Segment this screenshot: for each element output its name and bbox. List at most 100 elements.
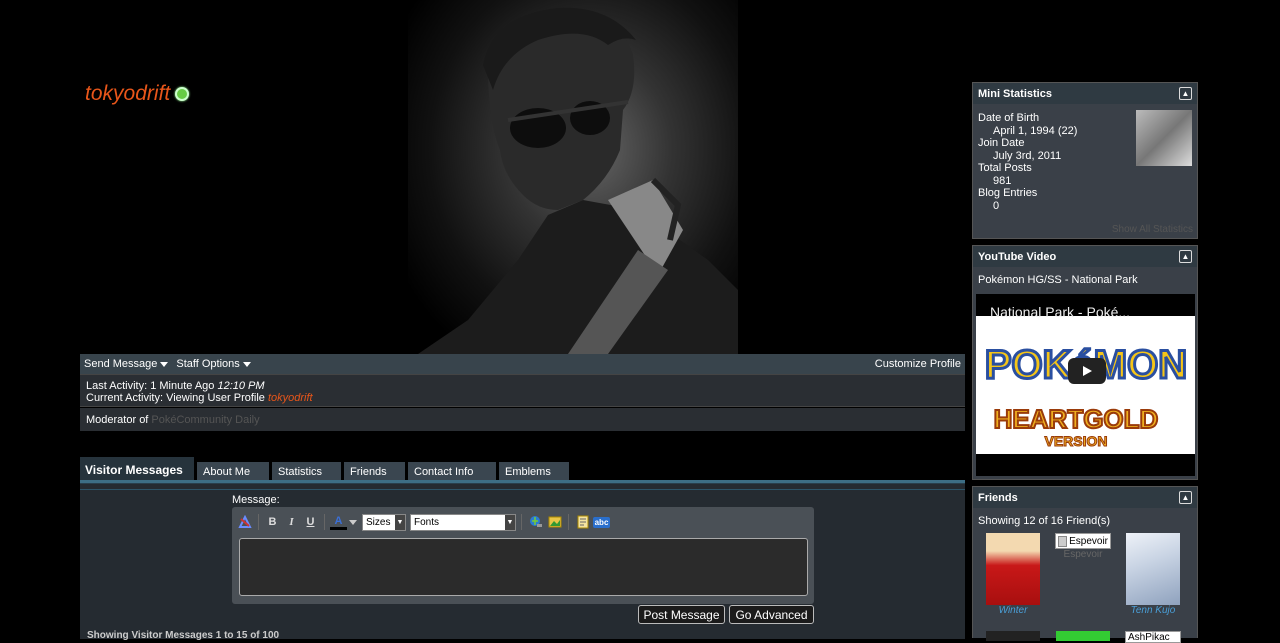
divider — [80, 489, 965, 490]
toolbar-separator — [324, 514, 325, 530]
customize-profile-link[interactable]: Customize Profile — [875, 358, 965, 370]
friend-item[interactable] — [985, 631, 1041, 641]
svg-text:VERSION: VERSION — [1044, 433, 1107, 449]
send-message-menu[interactable]: Send Message — [80, 358, 172, 370]
visitor-messages-count: Showing Visitor Messages 1 to 15 of 100 — [87, 630, 280, 641]
italic-button[interactable]: I — [283, 514, 300, 531]
insert-image-icon[interactable] — [546, 514, 563, 531]
tab-visitor-messages[interactable]: Visitor Messages — [80, 457, 194, 482]
staff-options-label: Staff Options — [176, 358, 240, 370]
current-activity-user-link[interactable]: tokyodrift — [268, 392, 313, 404]
moderator-forum-link[interactable]: PokéCommunity Daily — [151, 414, 259, 426]
go-advanced-button[interactable]: Go Advanced — [729, 605, 814, 624]
toolbar-separator — [521, 514, 522, 530]
last-activity-time: 12:10 PM — [217, 380, 265, 392]
font-family-value: Fonts — [414, 516, 440, 528]
friend-item[interactable]: Tenn Kujo — [1125, 533, 1181, 616]
profile-tabs: Visitor Messages About Me Statistics Fri… — [80, 455, 965, 482]
send-message-label: Send Message — [84, 358, 158, 370]
insert-link-icon[interactable] — [527, 514, 544, 531]
current-activity: Current Activity: Viewing User Profile t… — [86, 392, 959, 404]
video-thumbnail: POKéMON HEARTGOLD VERSION — [976, 316, 1195, 454]
join-value: July 3rd, 2011 — [993, 149, 1062, 162]
stats-list: Date of Birth April 1, 1994 (22) Join Da… — [978, 112, 1077, 212]
friend-item[interactable]: AshPikac — [1125, 631, 1181, 643]
moderator-info: Moderator of PokéCommunity Daily — [80, 408, 965, 431]
activity-panel: Last Activity: 1 Minute Ago 12:10 PM Cur… — [80, 374, 965, 407]
friend-avatar-alt: AshPikac — [1128, 631, 1170, 643]
online-status-icon — [175, 87, 190, 101]
font-size-select[interactable]: Sizes ▼ — [362, 513, 406, 531]
post-message-button[interactable]: Post Message — [638, 605, 725, 624]
chevron-down-icon — [242, 361, 251, 367]
block-header: Friends ▲ — [973, 487, 1197, 508]
font-size-value: Sizes — [366, 516, 391, 528]
show-all-statistics-link[interactable]: Show All Statistics — [1112, 224, 1193, 235]
current-activity-label: Current Activity: Viewing User Profile — [86, 392, 265, 404]
message-textarea[interactable] — [239, 538, 808, 596]
blog-label: Blog Entries — [978, 187, 1038, 199]
friend-avatar — [986, 631, 1040, 641]
block-header: YouTube Video ▲ — [973, 246, 1197, 267]
profile-action-bar: Send Message Staff Options Customize Pro… — [80, 354, 965, 374]
video-overlay-title: National Park - Poké... — [990, 304, 1131, 320]
quote-icon[interactable] — [574, 514, 591, 531]
video-name: Pokémon HG/SS - National Park — [978, 274, 1138, 286]
tab-contact-info[interactable]: Contact Info — [408, 462, 496, 482]
friend-item[interactable] — [1055, 631, 1111, 641]
posts-value: 981 — [993, 174, 1012, 187]
last-activity: Last Activity: 1 Minute Ago 12:10 PM — [86, 380, 959, 392]
posts-label: Total Posts — [978, 162, 1032, 174]
dob-value: April 1, 1994 (22) — [993, 124, 1078, 137]
collapse-icon[interactable]: ▲ — [1179, 87, 1192, 100]
spell-check-button[interactable]: abc — [592, 514, 611, 531]
chevron-down-icon[interactable] — [349, 519, 357, 525]
broken-image-icon: AshPikac — [1125, 631, 1181, 643]
tab-statistics[interactable]: Statistics — [272, 462, 341, 482]
profile-username: tokyodrift — [85, 82, 190, 106]
profile-banner-image — [408, 0, 738, 354]
block-header: Mini Statistics ▲ — [973, 83, 1197, 104]
chevron-down-icon: ▼ — [505, 514, 515, 530]
moderator-label: Moderator of — [86, 413, 149, 426]
friend-name: Tenn Kujo — [1130, 605, 1176, 616]
last-activity-label: Last Activity: 1 Minute Ago — [86, 380, 215, 392]
message-editor: B I U A Sizes ▼ Fonts ▼ abc — [232, 507, 814, 604]
blog-value: 0 — [993, 199, 1000, 212]
block-title: Mini Statistics — [978, 87, 1052, 100]
font-family-select[interactable]: Fonts ▼ — [410, 513, 516, 531]
friends-block: Friends ▲ Showing 12 of 16 Friend(s) Win… — [972, 486, 1198, 643]
collapse-icon[interactable]: ▲ — [1179, 250, 1192, 263]
username-text: tokyodrift — [85, 82, 171, 105]
tab-emblems[interactable]: Emblems — [499, 462, 569, 482]
youtube-player[interactable]: POKéMON HEARTGOLD VERSION National Park … — [976, 294, 1195, 476]
youtube-video-block: YouTube Video ▲ Pokémon HG/SS - National… — [972, 245, 1198, 480]
play-icon[interactable] — [1068, 358, 1106, 384]
remove-format-icon[interactable] — [236, 514, 253, 531]
friend-name: Espevoir — [1063, 549, 1103, 560]
mini-statistics-block: Mini Statistics ▲ Date of Birth April 1,… — [972, 82, 1198, 239]
avatar — [1136, 110, 1192, 166]
friend-item[interactable]: Winter — [985, 533, 1041, 616]
underline-button[interactable]: U — [302, 514, 319, 531]
message-label: Message: — [232, 494, 280, 506]
block-title: YouTube Video — [978, 250, 1057, 263]
friend-item[interactable]: Espevoir Espevoir — [1055, 533, 1111, 560]
spell-check-label: abc — [592, 516, 611, 528]
friend-avatar — [1056, 631, 1110, 641]
staff-options-menu[interactable]: Staff Options — [172, 358, 254, 370]
font-color-button[interactable]: A — [330, 514, 347, 530]
dob-label: Date of Birth — [978, 112, 1040, 124]
chevron-down-icon — [160, 361, 169, 367]
toolbar-separator — [568, 514, 569, 530]
friend-avatar — [1126, 533, 1180, 605]
bold-button[interactable]: B — [264, 514, 281, 531]
chevron-down-icon: ▼ — [395, 514, 405, 530]
toolbar-separator — [258, 514, 259, 530]
broken-image-icon: Espevoir — [1055, 533, 1111, 549]
collapse-icon[interactable]: ▲ — [1179, 491, 1192, 504]
tab-friends[interactable]: Friends — [344, 462, 405, 482]
block-title: Friends — [978, 491, 1018, 504]
tab-about-me[interactable]: About Me — [197, 462, 269, 482]
friend-avatar — [986, 533, 1040, 605]
